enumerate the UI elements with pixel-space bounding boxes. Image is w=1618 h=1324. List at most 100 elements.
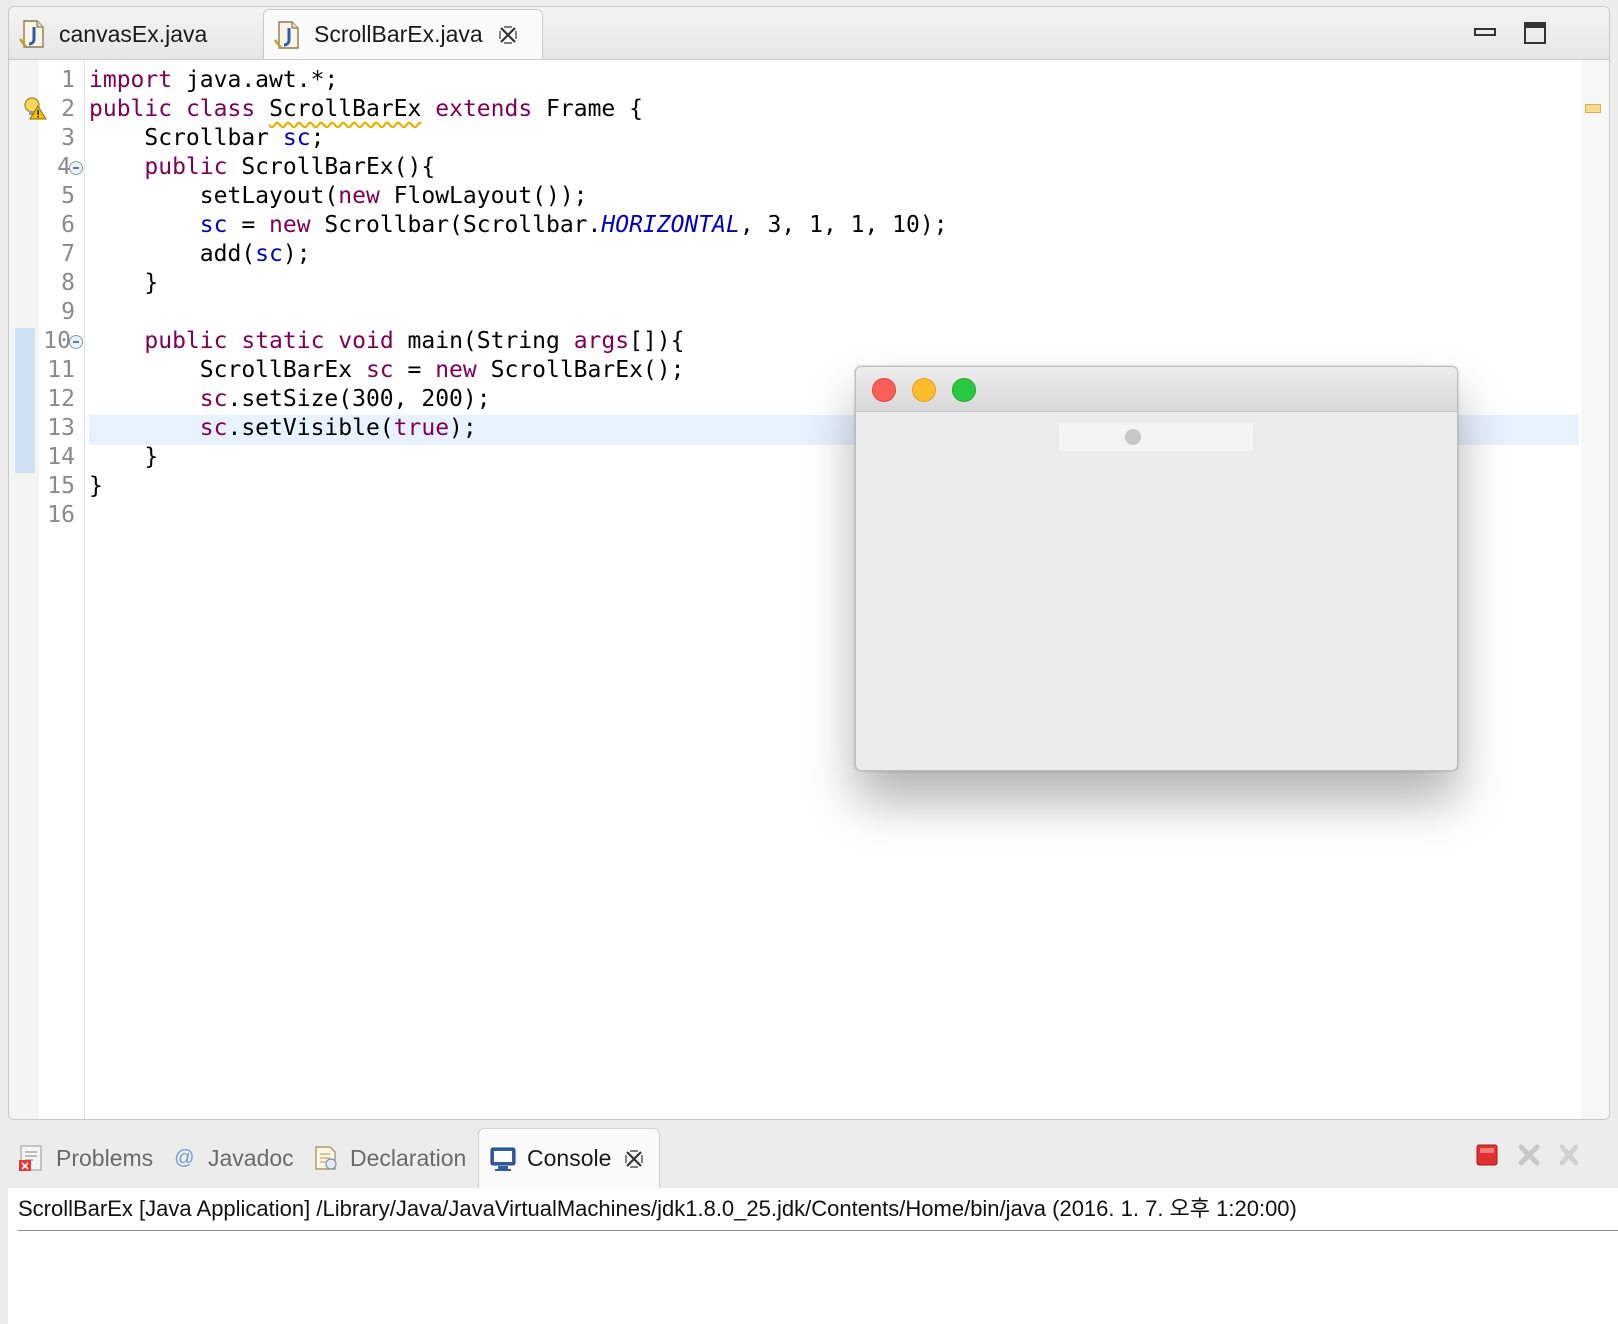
keyword: static (241, 328, 325, 354)
code-text: main(String (393, 328, 574, 354)
code-text: } (144, 444, 159, 470)
local-var: sc (199, 386, 228, 412)
code-line: } (89, 442, 158, 472)
code-text: Scrollbar (144, 125, 270, 151)
scrollbar-thumb[interactable] (1125, 429, 1141, 445)
overview-ruler[interactable] (1581, 60, 1609, 1119)
line-number: 16 (47, 502, 75, 528)
code-text: ); (449, 415, 477, 441)
line-number: 12 (47, 386, 75, 412)
code-text: = (393, 357, 436, 383)
fold-toggle-icon[interactable] (69, 335, 83, 349)
code-line: public class ScrollBarEx extends Frame { (89, 94, 643, 124)
bottom-panel: Problems @ Javadoc Declaration Console S… (8, 1128, 1618, 1324)
code-line: import java.awt.*; (89, 65, 338, 95)
code-text: FlowLayout()); (379, 183, 588, 209)
class-name-warning[interactable]: ScrollBarEx (269, 96, 421, 122)
declaration-icon (315, 1146, 337, 1170)
close-icon[interactable] (623, 1148, 645, 1170)
tab-javadoc[interactable]: @ Javadoc (170, 1128, 294, 1188)
horizontal-scrollbar[interactable] (1059, 423, 1253, 451)
line-number: 9 (61, 299, 75, 325)
java-file-icon (19, 20, 44, 48)
code-text: = (227, 212, 270, 238)
code-text: ; (310, 125, 325, 151)
line-number: 10 (43, 328, 71, 354)
tab-problems[interactable]: Problems (18, 1128, 153, 1188)
window-zoom-button[interactable] (952, 378, 976, 402)
javadoc-icon: @ (173, 1146, 195, 1169)
window-minimize-button[interactable] (912, 378, 936, 402)
keyword: public (89, 96, 173, 122)
window-close-button[interactable] (872, 378, 896, 402)
line-number: 11 (47, 357, 75, 383)
code-line: } (89, 471, 103, 501)
tab-label: canvasEx.java (59, 20, 208, 47)
tab-label: Console (527, 1145, 612, 1171)
tab-declaration[interactable]: Declaration (312, 1128, 466, 1188)
line-number: 8 (61, 270, 75, 296)
minimize-icon[interactable] (1473, 21, 1497, 45)
line-number: 13 (47, 415, 75, 441)
line-number: 14 (47, 444, 75, 470)
remove-all-launches-icon[interactable] (1558, 1142, 1578, 1168)
window-titlebar[interactable] (856, 367, 1457, 412)
field-ref: sc (199, 212, 228, 238)
tab-console[interactable]: Console (478, 1128, 660, 1188)
terminate-icon[interactable] (1474, 1142, 1500, 1168)
code-line: Scrollbar sc; (89, 123, 324, 153)
problems-icon (19, 1145, 42, 1171)
code-line: sc.setVisible(true); (89, 413, 477, 443)
code-line: sc = new Scrollbar(Scrollbar.HORIZONTAL,… (89, 210, 948, 240)
line-number: 6 (61, 212, 75, 238)
code-text: add( (199, 241, 256, 267)
console-icon (490, 1147, 516, 1171)
code-text: .setSize(300, 200); (227, 386, 491, 412)
panel-tabbar: Problems @ Javadoc Declaration Console (8, 1128, 1618, 1188)
constant-ref: HORIZONTAL (601, 212, 740, 238)
code-text: setLayout( (199, 183, 339, 209)
keyword: new (338, 183, 380, 209)
tab-canvasex-java[interactable]: canvasEx.java (9, 9, 259, 59)
line-number: 4 (57, 154, 71, 180)
warning-marker[interactable] (1585, 104, 1601, 113)
code-text: .setVisible( (227, 415, 394, 441)
code-line: ScrollBarEx sc = new ScrollBarEx(); (89, 355, 685, 385)
tab-label: Declaration (350, 1144, 467, 1171)
code-text: java.awt.*; (172, 67, 339, 93)
line-number: 2 (61, 96, 75, 122)
code-line: public ScrollBarEx(){ (89, 152, 435, 182)
tab-label: Javadoc (208, 1144, 294, 1171)
keyword: public (144, 328, 228, 354)
fold-toggle-icon[interactable] (69, 161, 83, 175)
code-text: ScrollBarEx(){ (227, 154, 436, 180)
line-number: 1 (61, 67, 75, 93)
keyword: public (144, 154, 228, 180)
code-text: ScrollBarEx (199, 357, 366, 383)
code-text: } (144, 270, 159, 296)
code-line: setLayout(new FlowLayout()); (89, 181, 588, 211)
tab-label: ScrollBarEx.java (314, 21, 483, 47)
tab-label: Problems (56, 1144, 154, 1171)
console-launch-description: ScrollBarEx [Java Application] /Library/… (18, 1188, 1618, 1231)
keyword: true (393, 415, 450, 441)
keyword: import (89, 67, 173, 93)
maximize-icon[interactable] (1523, 21, 1547, 45)
keyword: class (185, 96, 256, 122)
tab-scrollbarex-java[interactable]: ScrollBarEx.java (263, 9, 543, 59)
remove-launch-icon[interactable] (1516, 1142, 1542, 1168)
awt-frame-window[interactable] (855, 366, 1458, 771)
code-text: , 3, 1, 1, 10); (739, 212, 948, 238)
line-number: 5 (61, 183, 75, 209)
parameter-ref: args (573, 328, 630, 354)
line-number: 3 (61, 125, 75, 151)
keyword: extends (435, 96, 533, 122)
close-icon[interactable] (497, 24, 519, 46)
keyword: void (338, 328, 394, 354)
code-text: []){ (629, 328, 685, 354)
line-number: 15 (47, 473, 75, 499)
keyword: new (435, 357, 477, 383)
code-text: ); (282, 241, 311, 267)
line-number: 7 (61, 241, 75, 267)
code-text: ScrollBarEx(); (476, 357, 685, 383)
